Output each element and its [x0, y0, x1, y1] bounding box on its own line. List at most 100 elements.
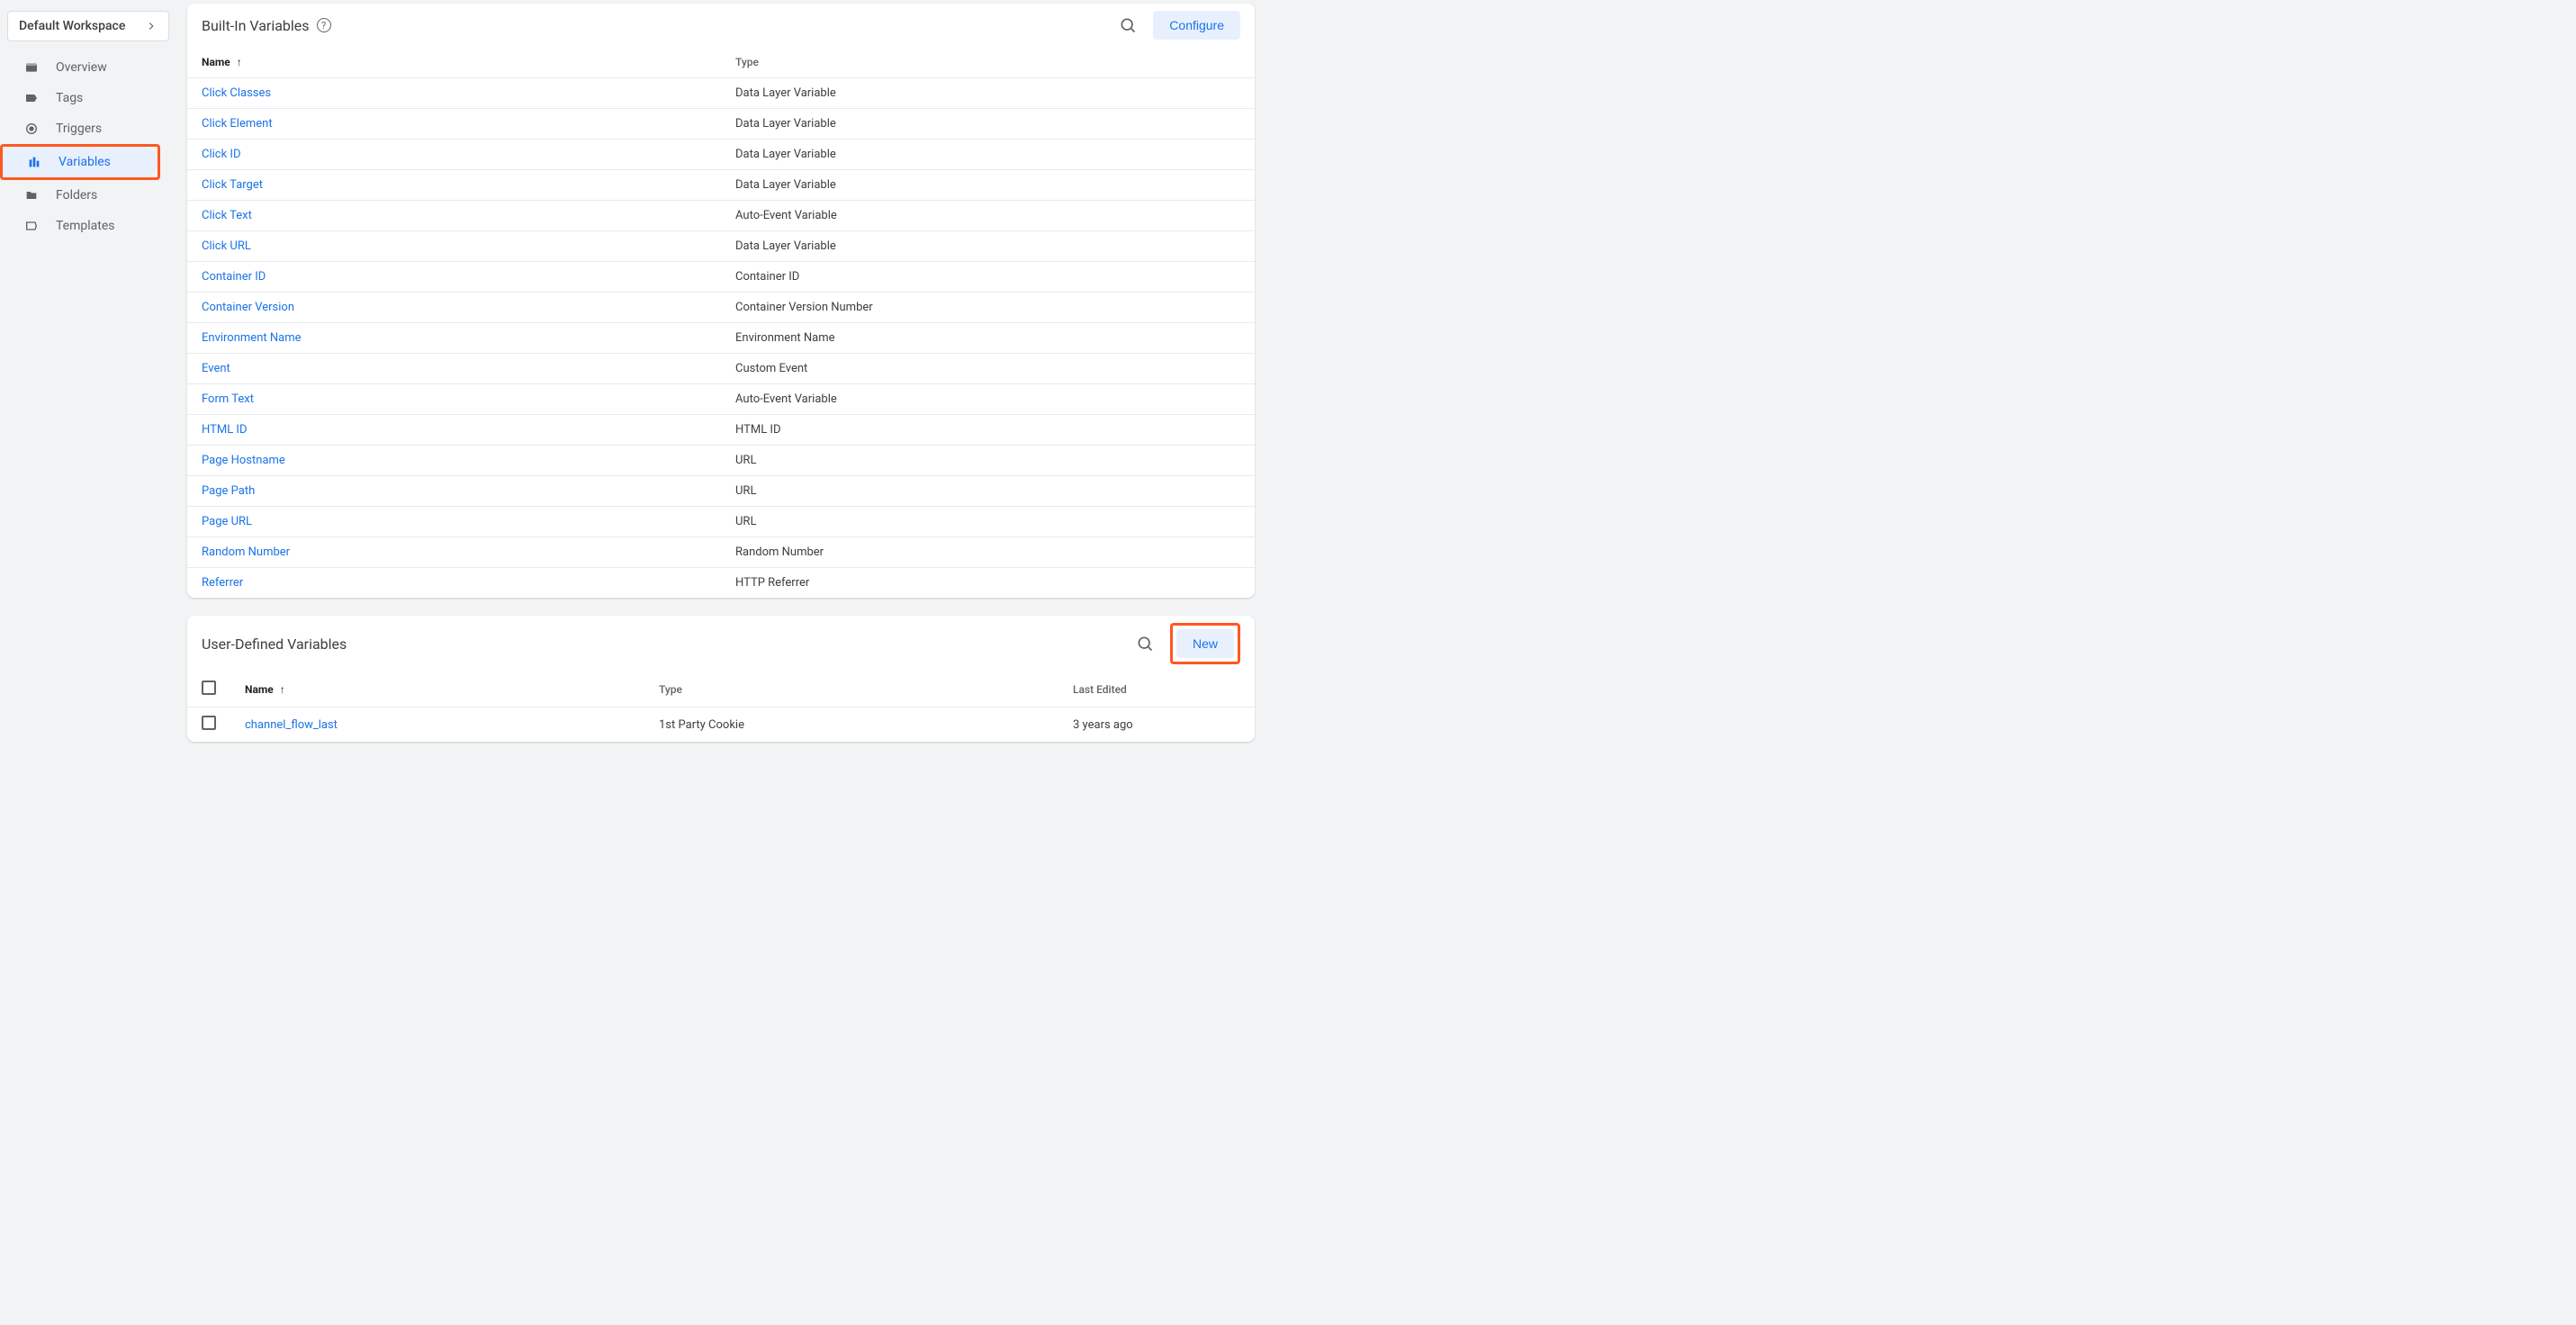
sidebar-item-label: Templates: [56, 219, 115, 233]
browser-icon: [22, 60, 41, 75]
search-icon: [1136, 635, 1154, 653]
variable-link[interactable]: Event: [202, 362, 230, 375]
sidebar-item-triggers[interactable]: Triggers: [0, 113, 169, 144]
variable-type: Data Layer Variable: [721, 231, 1255, 262]
variable-type: URL: [721, 446, 1255, 476]
table-row[interactable]: Event Custom Event: [187, 354, 1255, 384]
table-row[interactable]: Click Text Auto-Event Variable: [187, 201, 1255, 231]
sidebar: Default Workspace Overview Tags Triggers: [0, 0, 180, 1325]
variable-link[interactable]: Random Number: [202, 545, 290, 559]
variable-link[interactable]: Container Version: [202, 301, 294, 314]
help-icon[interactable]: ?: [317, 18, 331, 32]
search-icon: [1119, 16, 1137, 34]
col-last-edited[interactable]: Last Edited: [1058, 672, 1255, 708]
table-row[interactable]: Click Element Data Layer Variable: [187, 109, 1255, 140]
col-select-all[interactable]: [187, 672, 230, 708]
variable-type: HTTP Referrer: [721, 568, 1255, 599]
search-userdef-button[interactable]: [1132, 631, 1157, 656]
workspace-label: Default Workspace: [19, 19, 125, 33]
variable-link[interactable]: Page Hostname: [202, 454, 285, 467]
sidebar-item-label: Tags: [56, 91, 83, 105]
col-name[interactable]: Name ↑: [230, 672, 644, 708]
variable-link[interactable]: Click Text: [202, 209, 252, 222]
table-row[interactable]: channel_flow_last 1st Party Cookie3 years…: [187, 708, 1255, 743]
table-row[interactable]: Click ClassesData Layer Variable: [187, 78, 1255, 109]
builtin-variables-card: Built-In Variables ? Configure: [187, 4, 1255, 598]
sidebar-item-overview[interactable]: Overview: [0, 52, 169, 83]
sidebar-item-tags[interactable]: Tags: [0, 83, 169, 113]
builtin-title-text: Built-In Variables: [202, 17, 310, 34]
variable-type: Environment Name: [721, 323, 1255, 354]
table-row[interactable]: Environment Name Environment Name: [187, 323, 1255, 354]
table-row[interactable]: Form Text Auto-Event Variable: [187, 384, 1255, 415]
highlight-variables: Variables: [0, 144, 160, 180]
builtin-title: Built-In Variables ?: [202, 17, 331, 34]
userdef-variables-card: User-Defined Variables New: [187, 616, 1255, 742]
select-all-checkbox[interactable]: [202, 681, 216, 695]
variable-link[interactable]: Click ID: [202, 148, 240, 161]
table-row[interactable]: Random Number Random Number: [187, 537, 1255, 568]
table-row[interactable]: Page PathURL: [187, 476, 1255, 507]
variable-type: Auto-Event Variable: [721, 384, 1255, 415]
variable-link[interactable]: Click Element: [202, 117, 273, 131]
variables-icon: [24, 155, 44, 169]
variable-type: Data Layer Variable: [721, 170, 1255, 201]
variable-link[interactable]: channel_flow_last: [245, 718, 338, 732]
col-type[interactable]: Type: [721, 47, 1255, 78]
sidebar-item-label: Folders: [56, 188, 97, 203]
sidebar-item-variables[interactable]: Variables: [3, 147, 158, 177]
table-row[interactable]: Click ID Data Layer Variable: [187, 140, 1255, 170]
variable-type: HTML ID: [721, 415, 1255, 446]
configure-button[interactable]: Configure: [1153, 11, 1240, 40]
table-row[interactable]: Page Hostname URL: [187, 446, 1255, 476]
builtin-table: Name ↑ Type Click ClassesData Layer Vari…: [187, 47, 1255, 598]
sidebar-item-label: Variables: [59, 155, 111, 169]
highlight-new: New: [1170, 623, 1240, 664]
variable-type: Container ID: [721, 262, 1255, 293]
variable-type: Custom Event: [721, 354, 1255, 384]
variable-link[interactable]: Click Classes: [202, 86, 271, 100]
variable-type: Data Layer Variable: [721, 109, 1255, 140]
sidebar-item-templates[interactable]: Templates: [0, 211, 169, 241]
variable-type: Random Number: [721, 537, 1255, 568]
table-row[interactable]: Page URL URL: [187, 507, 1255, 537]
table-row[interactable]: Click Target Data Layer Variable: [187, 170, 1255, 201]
row-checkbox[interactable]: [202, 716, 216, 730]
sort-asc-icon: ↑: [280, 683, 285, 696]
variable-link[interactable]: HTML ID: [202, 423, 248, 437]
variable-link[interactable]: Container ID: [202, 270, 266, 284]
variable-link[interactable]: Referrer: [202, 576, 243, 590]
variable-link[interactable]: Click Target: [202, 178, 263, 192]
variable-type: Data Layer Variable: [721, 140, 1255, 170]
table-row[interactable]: Click URL Data Layer Variable: [187, 231, 1255, 262]
userdef-title-text: User-Defined Variables: [202, 635, 347, 653]
sidebar-item-label: Overview: [56, 60, 107, 75]
variable-type: URL: [721, 507, 1255, 537]
variable-link[interactable]: Environment Name: [202, 331, 302, 345]
template-icon: [22, 219, 41, 233]
variable-link[interactable]: Page URL: [202, 515, 252, 528]
table-row[interactable]: Referrer HTTP Referrer: [187, 568, 1255, 599]
variable-link[interactable]: Click URL: [202, 239, 251, 253]
workspace-selector[interactable]: Default Workspace: [7, 11, 169, 41]
variable-type: 1st Party Cookie: [644, 708, 1058, 743]
col-name[interactable]: Name ↑: [187, 47, 721, 78]
sidebar-item-folders[interactable]: Folders: [0, 180, 169, 211]
variable-link[interactable]: Form Text: [202, 392, 254, 406]
variable-link[interactable]: Page Path: [202, 484, 255, 498]
table-row[interactable]: HTML ID HTML ID: [187, 415, 1255, 446]
new-variable-button[interactable]: New: [1176, 629, 1234, 658]
search-builtin-button[interactable]: [1115, 13, 1140, 38]
chevron-right-icon: [145, 20, 158, 32]
table-row[interactable]: Container VersionContainer Version Numbe…: [187, 293, 1255, 323]
sort-asc-icon: ↑: [237, 56, 242, 68]
main-content: Built-In Variables ? Configure: [180, 0, 1269, 1325]
folder-icon: [22, 188, 41, 203]
variable-type: Auto-Event Variable: [721, 201, 1255, 231]
col-type[interactable]: Type: [644, 672, 1058, 708]
userdef-table: Name ↑ Type Last Edited channel_flow_las…: [187, 672, 1255, 742]
userdef-title: User-Defined Variables: [202, 635, 347, 653]
table-row[interactable]: Container ID Container ID: [187, 262, 1255, 293]
sidebar-item-label: Triggers: [56, 122, 102, 136]
variable-last-edited: 3 years ago: [1058, 708, 1255, 743]
